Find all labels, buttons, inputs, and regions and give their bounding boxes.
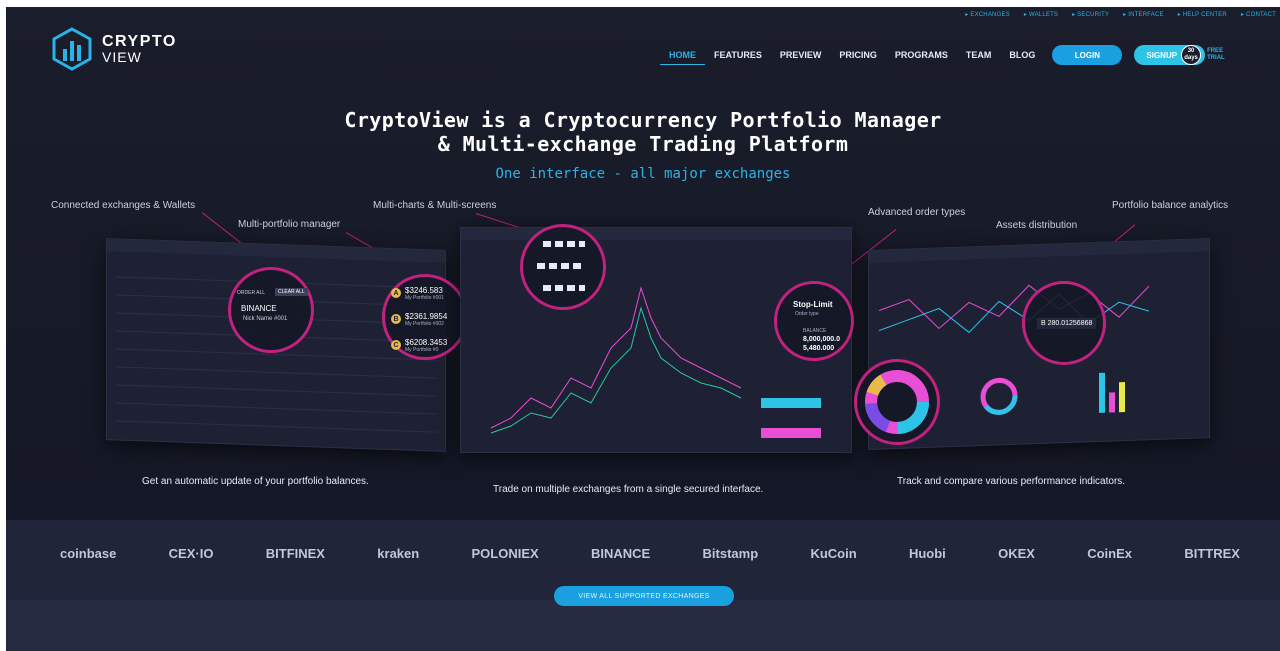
trial-badge: 30 days (1181, 45, 1202, 65)
page-frame: EXCHANGES WALLETS SECURITY INTERFACE HEL… (6, 7, 1280, 651)
order-all-button[interactable]: ORDER ALL (237, 290, 265, 296)
callout-portfolio-analytics: Portfolio balance analytics (1112, 200, 1229, 211)
middle-feature-description: Trade on multiple exchanges from a singl… (493, 484, 764, 495)
exchange-huobi[interactable]: Huobi (909, 546, 946, 561)
assets-distribution-ring (854, 359, 940, 445)
nickname-label: Nick Name #001 (243, 316, 288, 322)
trial-text-free: FREE (1207, 48, 1224, 54)
exchange-bitfinex[interactable]: BITFINEX (266, 546, 325, 561)
exchange-bitstamp[interactable]: Bitstamp (703, 546, 759, 561)
login-button[interactable]: LOGIN (1052, 45, 1123, 65)
nav-pricing[interactable]: PRICING (830, 46, 886, 64)
balance-value-2: 5,480.000 (803, 345, 835, 352)
main-nav: HOME FEATURES PREVIEW PRICING PROGRAMS T… (660, 45, 1225, 65)
exchange-bittrex[interactable]: BITTREX (1184, 546, 1240, 561)
portfolio-c-card[interactable]: C $6208.3453 My Portfolio #0 (391, 337, 459, 353)
hero-headline: CryptoView is a Cryptocurrency Portfolio… (6, 108, 1280, 156)
binance-label: BINANCE (241, 304, 277, 313)
order-type-label: Order type (795, 311, 819, 317)
exchange-logos: coinbase CEX·IO BITFINEX kraken POLONIEX… (60, 546, 1240, 561)
portfolio-c-badge-icon: C (391, 340, 401, 350)
portfolio-a-badge-icon: A (391, 288, 401, 298)
site-logo[interactable]: CRYPTO VIEW (50, 27, 177, 71)
trial-days: 30 (1187, 48, 1195, 54)
chart-layout-ring (520, 224, 606, 310)
cryptoview-logo-icon (52, 27, 92, 71)
utility-link-security[interactable]: SECURITY (1072, 11, 1109, 18)
layout-grid-icon[interactable] (523, 227, 603, 307)
utility-link-help-center[interactable]: HELP CENTER (1178, 11, 1227, 18)
exchange-kucoin[interactable]: KuCoin (810, 546, 856, 561)
hero-subline: One interface - all major exchanges (495, 166, 791, 182)
portfolio-b-name: My Portfolio #002 (405, 320, 444, 327)
exchange-coinbase[interactable]: coinbase (60, 546, 116, 561)
nav-features[interactable]: FEATURES (705, 46, 771, 64)
exchange-kraken[interactable]: kraken (377, 546, 419, 561)
balance-label: BALANCE (803, 328, 827, 334)
utility-link-contact[interactable]: CONTACT (1241, 11, 1276, 18)
signup-label: SIGNUP (1146, 50, 1178, 60)
nav-blog[interactable]: BLOG (1000, 46, 1044, 64)
portfolio-b-badge-icon: B (391, 314, 401, 324)
callout-advanced-orders: Advanced order types (868, 207, 966, 218)
callout-multi-portfolio: Multi-portfolio manager (238, 219, 341, 230)
exchange-okex[interactable]: OKEX (998, 546, 1035, 561)
balance-value-1: 8,000,000.0 (803, 336, 840, 343)
nav-preview[interactable]: PREVIEW (771, 46, 831, 64)
exchange-coinex[interactable]: CoinEx (1087, 546, 1132, 561)
portfolio-c-value: $6208.3453 (405, 337, 448, 347)
logo-text-view: VIEW (102, 49, 142, 65)
utility-link-wallets[interactable]: WALLETS (1024, 11, 1058, 18)
balance-analytics-ring: B 280.01256868 (1022, 281, 1106, 365)
portfolio-b-value: $2361.9854 (405, 311, 448, 321)
nav-programs[interactable]: PROGRAMS (886, 46, 957, 64)
donut-chart-icon (865, 370, 929, 434)
utility-link-exchanges[interactable]: EXCHANGES (965, 11, 1010, 18)
nav-team[interactable]: TEAM (957, 46, 1001, 64)
utility-link-interface[interactable]: INTERFACE (1123, 11, 1164, 18)
exchange-account-ring: ORDER ALL CLEAR ALL BINANCE Nick Name #0… (228, 267, 314, 353)
logo-text-crypto: CRYPTO (102, 33, 177, 50)
callout-connected-exchanges: Connected exchanges & Wallets (51, 200, 196, 211)
clear-all-button[interactable]: CLEAR ALL (275, 288, 308, 296)
callout-assets-distribution: Assets distribution (996, 220, 1078, 231)
exchange-poloniex[interactable]: POLONIEX (472, 546, 539, 561)
bottom-section (6, 600, 1280, 651)
portfolio-balance-ring: A $3246.583 My Portfolio #001 B $2361.98… (382, 274, 468, 360)
callout-multi-charts: Multi-charts & Multi-screens (373, 200, 497, 211)
portfolio-a-name: My Portfolio #001 (405, 294, 444, 301)
free-trial-text: FREE TRIAL (1207, 48, 1225, 62)
stop-limit-label[interactable]: Stop-Limit (793, 300, 833, 309)
portfolio-b-card[interactable]: B $2361.9854 My Portfolio #002 (391, 311, 459, 327)
trial-text-trial: TRIAL (1207, 55, 1225, 61)
signup-button[interactable]: SIGNUP 30 days (1134, 45, 1206, 65)
portfolio-a-card[interactable]: A $3246.583 My Portfolio #001 (391, 285, 459, 301)
hero-headline-line1: CryptoView is a Cryptocurrency Portfolio… (344, 108, 942, 132)
left-feature-description: Get an automatic update of your portfoli… (142, 476, 369, 487)
hero-headline-line2: & Multi-exchange Trading Platform (437, 132, 849, 156)
view-all-exchanges-button[interactable]: VIEW ALL SUPPORTED EXCHANGES (554, 586, 734, 606)
right-feature-description: Track and compare various performance in… (897, 476, 1126, 487)
trial-unit: days (1184, 55, 1198, 61)
portfolio-a-value: $3246.583 (405, 285, 443, 295)
utility-links: EXCHANGES WALLETS SECURITY INTERFACE HEL… (965, 11, 1276, 18)
portfolio-c-name: My Portfolio #0 (405, 346, 439, 353)
exchange-binance[interactable]: BINANCE (591, 546, 650, 561)
btc-balance-value: B 280.01256868 (1037, 318, 1097, 329)
exchange-cexio[interactable]: CEX·IO (169, 546, 214, 561)
nav-home[interactable]: HOME (660, 46, 705, 65)
order-type-ring: Stop-Limit Order type BALANCE 8,000,000.… (774, 281, 854, 361)
